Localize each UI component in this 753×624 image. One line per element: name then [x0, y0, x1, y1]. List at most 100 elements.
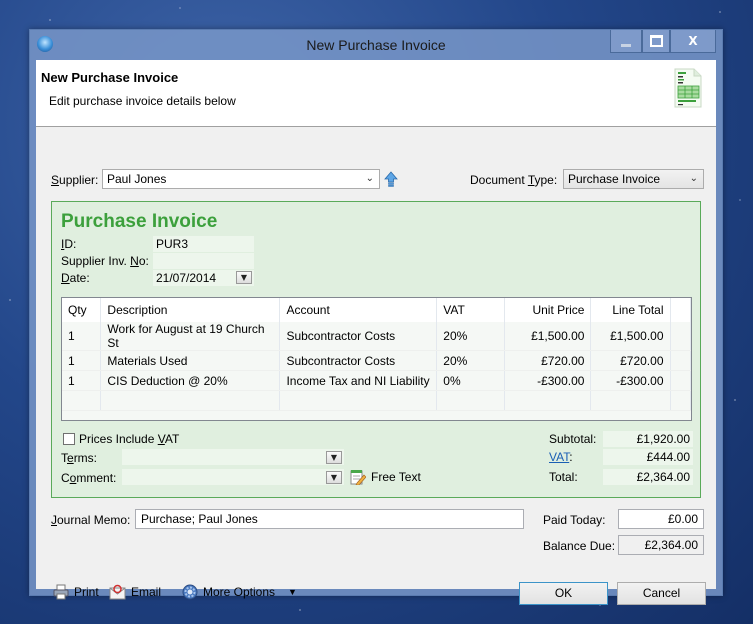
- more-options-button[interactable]: More Options ▼: [182, 584, 297, 600]
- notepad-pencil-icon: [350, 470, 366, 485]
- dropdown-arrow-icon[interactable]: ▼: [288, 587, 297, 597]
- column-header-filler: [670, 298, 691, 322]
- comment-field[interactable]: [122, 469, 344, 485]
- cell-account[interactable]: Subcontractor Costs: [279, 350, 438, 371]
- invoice-dialog: New Purchase Invoice X New Purchase Invo…: [29, 29, 723, 605]
- dialog-body: New Purchase Invoice Edit purchase invoi…: [36, 60, 716, 605]
- subtotal-label: Subtotal:: [549, 432, 597, 446]
- cell-line-total[interactable]: -£300.00: [590, 370, 671, 391]
- cell-qty[interactable]: [62, 390, 102, 411]
- cell-qty[interactable]: 1: [62, 350, 102, 371]
- email-label: Email: [131, 585, 162, 599]
- free-text-button[interactable]: Free Text: [350, 469, 421, 485]
- cell-filler: [670, 370, 691, 391]
- total-label: Total:: [549, 470, 578, 484]
- supplier-label: Supplier:: [51, 173, 99, 187]
- gear-icon: [182, 584, 198, 600]
- column-header-unit-price[interactable]: Unit Price: [504, 298, 592, 322]
- supplier-inv-no-field[interactable]: [153, 253, 254, 269]
- title-bar[interactable]: New Purchase Invoice X: [30, 30, 722, 60]
- dropdown-arrow-icon: ▼: [330, 453, 338, 462]
- cell-vat[interactable]: 20%: [436, 322, 505, 351]
- cell-description[interactable]: CIS Deduction @ 20%: [100, 370, 281, 391]
- free-text-label: Free Text: [371, 470, 421, 484]
- table-row[interactable]: 1 Materials Used Subcontractor Costs 20%…: [62, 350, 691, 371]
- cell-vat[interactable]: [436, 390, 505, 411]
- cell-line-total[interactable]: £1,500.00: [590, 322, 671, 351]
- paid-today-label: Paid Today:: [543, 513, 606, 527]
- cell-unit-price[interactable]: £720.00: [504, 350, 592, 371]
- terms-field[interactable]: [122, 449, 344, 465]
- header-title: New Purchase Invoice: [41, 70, 179, 85]
- table-row-empty[interactable]: [62, 390, 691, 411]
- column-header-qty[interactable]: Qty: [62, 298, 102, 322]
- print-label: Print: [74, 585, 99, 599]
- table-row[interactable]: 1 Work for August at 19 Church St Subcon…: [62, 322, 691, 351]
- subtotal-value: £1,920.00: [603, 431, 693, 447]
- vat-link[interactable]: VAT: [549, 450, 569, 464]
- cell-account[interactable]: Subcontractor Costs: [279, 322, 438, 351]
- close-button[interactable]: X: [670, 30, 716, 53]
- cell-unit-price[interactable]: -£300.00: [504, 370, 592, 391]
- date-picker-button[interactable]: ▼: [236, 271, 252, 284]
- print-button[interactable]: Print: [53, 584, 99, 600]
- journal-memo-input[interactable]: Purchase; Paul Jones: [135, 509, 524, 529]
- invoice-lines-grid[interactable]: Qty Description Account VAT Unit Price L…: [61, 297, 692, 421]
- email-button[interactable]: Email: [109, 584, 161, 600]
- comment-dropdown-button[interactable]: ▼: [326, 471, 342, 484]
- cell-description[interactable]: Materials Used: [100, 350, 281, 371]
- column-header-line-total[interactable]: Line Total: [590, 298, 671, 322]
- id-field[interactable]: PUR3: [153, 236, 254, 252]
- ok-button[interactable]: OK: [519, 582, 608, 605]
- supplier-inv-label-pre: Supplier Inv.: [61, 254, 131, 268]
- dialog-header: New Purchase Invoice Edit purchase invoi…: [36, 60, 716, 127]
- cell-unit-price[interactable]: £1,500.00: [504, 322, 592, 351]
- comment-label: Comment:: [61, 471, 116, 485]
- cell-filler: [670, 350, 691, 371]
- document-type-select[interactable]: Purchase Invoice ⌄: [563, 169, 704, 189]
- id-label: ID:: [61, 237, 76, 251]
- cell-vat[interactable]: 0%: [436, 370, 505, 391]
- minimize-button[interactable]: [610, 30, 642, 53]
- terms-dropdown-button[interactable]: ▼: [326, 451, 342, 464]
- table-row[interactable]: 1 CIS Deduction @ 20% Income Tax and NI …: [62, 370, 691, 391]
- cell-qty[interactable]: 1: [62, 322, 102, 351]
- date-label: Date:: [61, 271, 90, 285]
- cancel-button[interactable]: Cancel: [617, 582, 706, 605]
- date-value: 21/07/2014: [156, 271, 217, 285]
- maximize-button[interactable]: [642, 30, 670, 53]
- dropdown-arrow-icon: ▼: [330, 473, 338, 482]
- header-subtitle: Edit purchase invoice details below: [49, 94, 236, 108]
- supplier-details-up-arrow-icon[interactable]: [384, 171, 398, 187]
- cell-account[interactable]: Income Tax and NI Liability: [279, 370, 438, 391]
- cell-line-total[interactable]: [590, 390, 671, 411]
- cell-line-total[interactable]: £720.00: [590, 350, 671, 371]
- column-header-vat[interactable]: VAT: [436, 298, 505, 322]
- prices-include-vat-pre: Prices Include: [79, 432, 158, 446]
- cell-qty[interactable]: 1: [62, 370, 102, 391]
- cell-account[interactable]: [279, 390, 438, 411]
- prices-include-vat-label[interactable]: Prices Include VAT: [79, 432, 179, 446]
- invoice-title: Purchase Invoice: [61, 211, 218, 232]
- cell-unit-price[interactable]: [504, 390, 592, 411]
- prices-include-vat-checkbox[interactable]: [63, 433, 75, 445]
- cell-description[interactable]: [100, 390, 281, 411]
- paid-today-input[interactable]: £0.00: [618, 509, 704, 529]
- total-value: £2,364.00: [603, 469, 693, 485]
- balance-due-field: £2,364.00: [618, 535, 704, 555]
- column-header-account[interactable]: Account: [279, 298, 438, 322]
- column-header-description[interactable]: Description: [100, 298, 281, 322]
- invoice-lines-table: Qty Description Account VAT Unit Price L…: [62, 298, 691, 411]
- close-icon: X: [688, 34, 698, 48]
- balance-due-label: Balance Due:: [543, 539, 616, 553]
- cell-vat[interactable]: 20%: [436, 350, 505, 371]
- terms-label: Terms:: [61, 451, 97, 465]
- cell-description[interactable]: Work for August at 19 Church St: [100, 322, 281, 351]
- vat-value: £444.00: [603, 449, 693, 465]
- more-options-label: More Options: [203, 585, 276, 599]
- prices-include-vat-accel: V: [157, 432, 165, 446]
- minimize-icon: [621, 43, 631, 47]
- date-label-post: ate:: [69, 271, 90, 285]
- supplier-combo[interactable]: Paul Jones ⌄: [102, 169, 380, 189]
- chevron-down-icon: ⌄: [365, 173, 374, 184]
